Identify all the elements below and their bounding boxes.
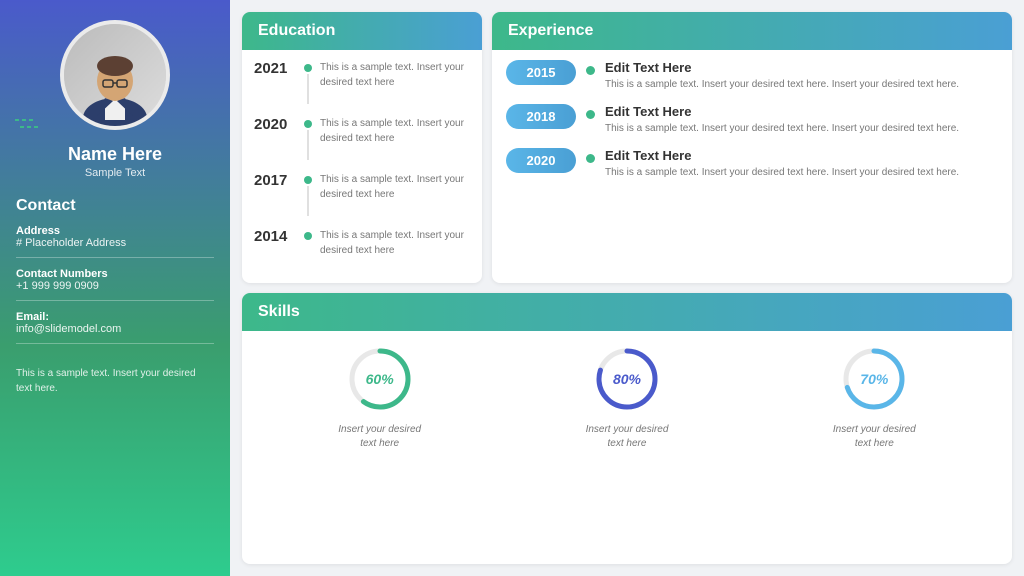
contact-email: Email: info@slidemodel.com bbox=[16, 311, 214, 344]
skill-percent: 60% bbox=[366, 371, 394, 387]
experience-item: 2018 Edit Text Here This is a sample tex… bbox=[506, 104, 998, 136]
edu-year: 2017 bbox=[254, 172, 296, 189]
exp-desc: This is a sample text. Insert your desir… bbox=[605, 121, 959, 136]
address-value: # Placeholder Address bbox=[16, 237, 214, 249]
edu-text: This is a sample text. Insert your desir… bbox=[320, 172, 470, 202]
email-value: info@slidemodel.com bbox=[16, 323, 214, 335]
skill-desc: Insert your desiredtext here bbox=[586, 423, 669, 451]
education-title: Education bbox=[258, 22, 335, 40]
phone-label: Contact Numbers bbox=[16, 268, 214, 280]
exp-title: Edit Text Here bbox=[605, 60, 959, 75]
exp-title: Edit Text Here bbox=[605, 148, 959, 163]
accent-decoration bbox=[15, 115, 45, 135]
education-list: 2021 This is a sample text. Insert your … bbox=[242, 50, 482, 280]
skill-item: 60% Insert your desiredtext here bbox=[338, 343, 421, 451]
exp-year-badge: 2018 bbox=[506, 104, 576, 129]
avatar bbox=[60, 20, 170, 130]
skill-item: 80% Insert your desiredtext here bbox=[586, 343, 669, 451]
exp-dot bbox=[586, 110, 595, 119]
edu-text: This is a sample text. Insert your desir… bbox=[320, 60, 470, 90]
address-label: Address bbox=[16, 225, 214, 237]
edu-dot-line bbox=[304, 172, 312, 216]
experience-header: Experience bbox=[492, 12, 1012, 50]
contact-phone: Contact Numbers +1 999 999 0909 bbox=[16, 268, 214, 301]
skill-circle-container: 70% bbox=[838, 343, 910, 415]
education-item: 2020 This is a sample text. Insert your … bbox=[254, 116, 470, 160]
exp-year-badge: 2015 bbox=[506, 60, 576, 85]
skills-content: 60% Insert your desiredtext here 80% Ins… bbox=[242, 331, 1012, 463]
edu-year: 2014 bbox=[254, 228, 296, 245]
skills-header: Skills bbox=[242, 293, 1012, 331]
contact-address: Address # Placeholder Address bbox=[16, 225, 214, 258]
profile-name: Name Here bbox=[68, 144, 162, 165]
exp-year-badge: 2020 bbox=[506, 148, 576, 173]
edu-dot bbox=[304, 232, 312, 240]
exp-dot bbox=[586, 66, 595, 75]
skill-circle-container: 60% bbox=[344, 343, 416, 415]
skill-percent: 80% bbox=[613, 371, 641, 387]
contact-section: Contact Address # Placeholder Address Co… bbox=[16, 197, 214, 354]
exp-title: Edit Text Here bbox=[605, 104, 959, 119]
contact-title: Contact bbox=[16, 197, 214, 215]
experience-card: Experience 2015 Edit Text Here This is a… bbox=[492, 12, 1012, 283]
exp-content: Edit Text Here This is a sample text. In… bbox=[605, 148, 959, 180]
exp-content: Edit Text Here This is a sample text. In… bbox=[605, 60, 959, 92]
top-row: Education 2021 This is a sample text. In… bbox=[242, 12, 1012, 283]
edu-line bbox=[307, 74, 309, 104]
skill-desc: Insert your desiredtext here bbox=[833, 423, 916, 451]
education-item: 2021 This is a sample text. Insert your … bbox=[254, 60, 470, 104]
edu-dot-line bbox=[304, 116, 312, 160]
edu-dot bbox=[304, 176, 312, 184]
exp-desc: This is a sample text. Insert your desir… bbox=[605, 77, 959, 92]
experience-title: Experience bbox=[508, 22, 593, 40]
edu-dot bbox=[304, 64, 312, 72]
sidebar: Name Here Sample Text Contact Address # … bbox=[0, 0, 230, 576]
skills-card: Skills 60% Insert your desiredtext here … bbox=[242, 293, 1012, 564]
email-label: Email: bbox=[16, 311, 214, 323]
education-card: Education 2021 This is a sample text. In… bbox=[242, 12, 482, 283]
edu-dot-line bbox=[304, 228, 312, 240]
phone-value: +1 999 999 0909 bbox=[16, 280, 214, 292]
sidebar-footer: This is a sample text. Insert your desir… bbox=[16, 366, 214, 396]
education-header: Education bbox=[242, 12, 482, 50]
exp-dot bbox=[586, 154, 595, 163]
skill-desc: Insert your desiredtext here bbox=[338, 423, 421, 451]
skill-circle-container: 80% bbox=[591, 343, 663, 415]
skills-title: Skills bbox=[258, 303, 300, 321]
edu-dot bbox=[304, 120, 312, 128]
experience-list: 2015 Edit Text Here This is a sample tex… bbox=[492, 50, 1012, 190]
skill-percent: 70% bbox=[860, 371, 888, 387]
experience-item: 2015 Edit Text Here This is a sample tex… bbox=[506, 60, 998, 92]
education-item: 2017 This is a sample text. Insert your … bbox=[254, 172, 470, 216]
edu-year: 2021 bbox=[254, 60, 296, 77]
education-item: 2014 This is a sample text. Insert your … bbox=[254, 228, 470, 258]
exp-desc: This is a sample text. Insert your desir… bbox=[605, 165, 959, 180]
edu-text: This is a sample text. Insert your desir… bbox=[320, 228, 470, 258]
edu-line bbox=[307, 130, 309, 160]
edu-dot-line bbox=[304, 60, 312, 104]
skill-item: 70% Insert your desiredtext here bbox=[833, 343, 916, 451]
edu-year: 2020 bbox=[254, 116, 296, 133]
experience-item: 2020 Edit Text Here This is a sample tex… bbox=[506, 148, 998, 180]
edu-text: This is a sample text. Insert your desir… bbox=[320, 116, 470, 146]
main-content: Education 2021 This is a sample text. In… bbox=[230, 0, 1024, 576]
exp-content: Edit Text Here This is a sample text. In… bbox=[605, 104, 959, 136]
profile-subtitle: Sample Text bbox=[85, 167, 145, 179]
edu-line bbox=[307, 186, 309, 216]
